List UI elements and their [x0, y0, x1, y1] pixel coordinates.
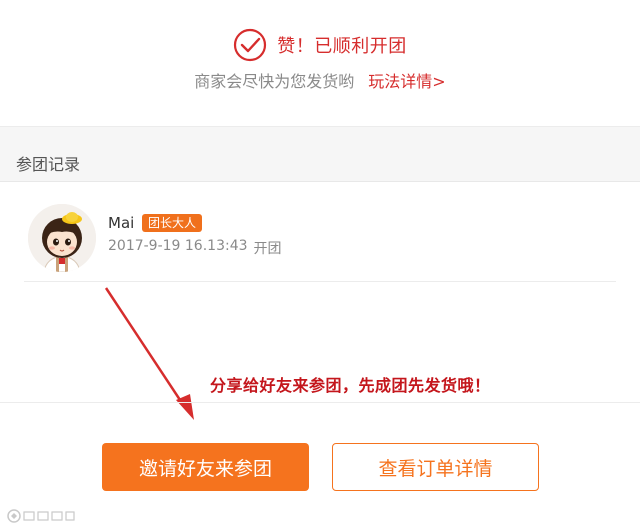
success-header: 赞！已顺利开团 商家会尽快为您发货哟 玩法详情>: [0, 0, 640, 126]
invite-friends-button[interactable]: 邀请好友来参团: [102, 443, 309, 491]
records-section-header: 参团记录: [0, 126, 640, 182]
leader-badge: 团长大人: [142, 214, 203, 232]
section-title: 参团记录: [16, 155, 81, 174]
records-list: Mai 团长大人 2017-9-19 16.13:43 开团: [0, 182, 640, 402]
record-action: 开团: [253, 241, 282, 257]
member-name: Mai: [108, 214, 135, 232]
annotation-text: 分享给好友来参团，先成团先发货哦！: [210, 376, 491, 395]
success-line: 赞！已顺利开团: [0, 28, 640, 62]
record-time: 2017-9-19 16.13:43: [108, 238, 248, 254]
bottom-divider: [0, 402, 640, 403]
success-subtitle-line: 商家会尽快为您发货哟 玩法详情>: [0, 68, 640, 92]
watermark-logo: [6, 506, 76, 526]
watermark-icon: [7, 509, 75, 523]
cartoon-girl-avatar-icon: [28, 204, 96, 272]
success-title: 赞！已顺利开团: [277, 36, 407, 57]
rules-link[interactable]: 玩法详情>: [368, 68, 445, 92]
view-order-details-button[interactable]: 查看订单详情: [332, 443, 539, 491]
avatar: [28, 204, 96, 272]
success-subtitle: 商家会尽快为您发货哟: [194, 72, 355, 91]
check-circle-icon: [234, 28, 267, 62]
record-meta: 2017-9-19 16.13:43 开团: [108, 238, 282, 258]
list-item: Mai 团长大人 2017-9-19 16.13:43 开团: [24, 198, 616, 282]
